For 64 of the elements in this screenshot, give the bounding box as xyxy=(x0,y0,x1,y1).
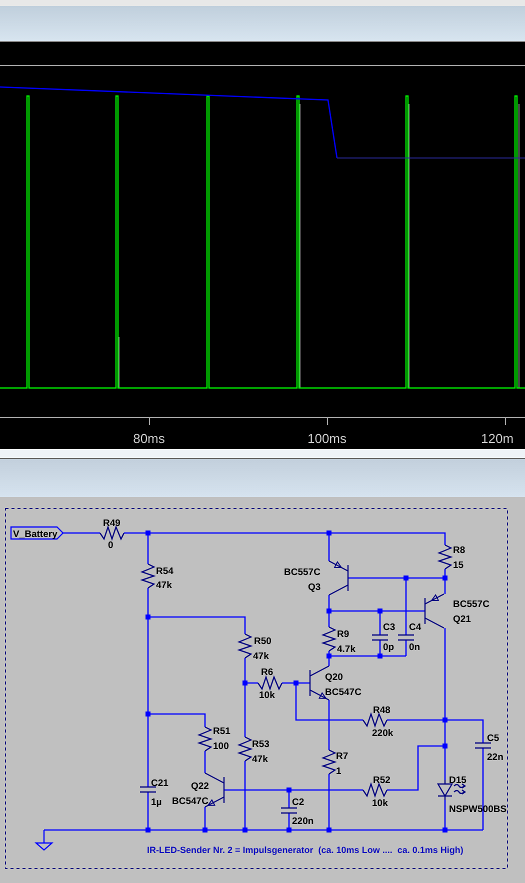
resistor-symbol xyxy=(321,749,337,774)
component-label: Q21 xyxy=(453,614,471,625)
component-label: C2 xyxy=(292,797,304,808)
resistor-symbol xyxy=(100,525,125,541)
component-value: 10k xyxy=(259,690,275,701)
component-label: D15 xyxy=(449,775,466,786)
axis-tick-label: 80ms xyxy=(133,431,165,446)
component-value: 47k xyxy=(156,580,172,591)
component-value: BC557C xyxy=(284,567,320,578)
component-label: R7 xyxy=(336,751,348,762)
component-value: BC557C xyxy=(453,599,490,610)
component-label: Q22 xyxy=(191,781,209,792)
component-label: R51 xyxy=(213,726,230,737)
component-label: R6 xyxy=(261,667,274,678)
transistor-symbol xyxy=(328,560,349,596)
component-value: 0n xyxy=(409,642,420,653)
component-label: Q20 xyxy=(325,672,343,683)
component-label: C21 xyxy=(151,778,168,789)
capacitor-symbol xyxy=(474,742,492,749)
component-value: 0 xyxy=(108,540,114,551)
component-label: R53 xyxy=(252,739,270,750)
component-value: 0p xyxy=(383,642,394,653)
component-label: C5 xyxy=(487,733,500,744)
axis-tick-label: 100ms xyxy=(307,431,347,446)
component-value: BC547C xyxy=(172,796,208,807)
resistor-symbol xyxy=(237,736,253,762)
capacitor-symbol xyxy=(139,786,157,793)
resistor-symbol xyxy=(437,544,453,570)
transistor-symbol xyxy=(424,593,445,629)
component-value: 4.7k xyxy=(337,644,356,655)
axis-tick-label: 120m xyxy=(481,431,514,446)
component-label: C4 xyxy=(409,622,422,633)
schematic-note: IR-LED-Sender Nr. 2 = Impulsgenerator (ca. 10ms Low .... ca. 0.1ms High) xyxy=(147,845,464,855)
component-label: R50 xyxy=(254,636,272,647)
component-value: 100 xyxy=(213,741,229,752)
component-label: R9 xyxy=(337,629,350,640)
component-label: R49 xyxy=(103,518,120,529)
component-label: Q3 xyxy=(308,582,321,593)
component-value: 1µ xyxy=(151,797,162,808)
component-label: C3 xyxy=(383,622,396,633)
component-label: R48 xyxy=(373,705,390,716)
component-value: BC547C xyxy=(325,687,362,698)
resistor-symbol xyxy=(321,626,337,652)
component-label: R52 xyxy=(373,775,390,786)
resistor-symbol xyxy=(197,726,213,752)
capacitor-symbol xyxy=(397,634,415,641)
component-value: 220n xyxy=(292,816,314,827)
component-value: 10k xyxy=(372,798,388,809)
capacitor-symbol xyxy=(280,807,298,814)
capacitor-symbol xyxy=(371,634,389,641)
component-value: 1 xyxy=(336,766,342,777)
resistor-symbol xyxy=(237,633,253,658)
resistor-symbol xyxy=(362,712,388,728)
resistor-symbol xyxy=(140,563,156,588)
component-value: 220k xyxy=(372,728,394,739)
component-label: R54 xyxy=(156,566,174,577)
component-value: 15 xyxy=(453,560,464,571)
component-value: 22n xyxy=(487,752,504,763)
component-label: R8 xyxy=(453,545,466,556)
resistor-symbol xyxy=(362,782,388,798)
net-label: V_Battery xyxy=(10,526,64,540)
resistor-symbol xyxy=(258,675,283,691)
component-value: 47k xyxy=(252,754,268,765)
component-value: 47k xyxy=(253,651,269,662)
